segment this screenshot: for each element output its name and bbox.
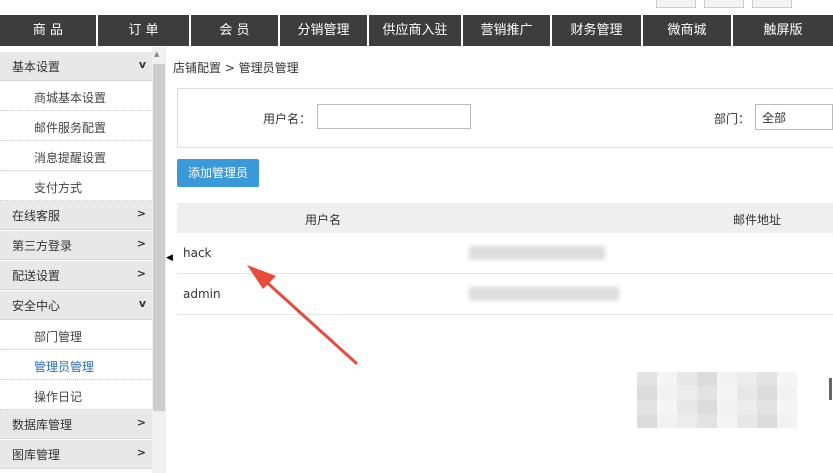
annotation-arrow — [247, 265, 358, 365]
arrow-shaft — [260, 276, 358, 365]
